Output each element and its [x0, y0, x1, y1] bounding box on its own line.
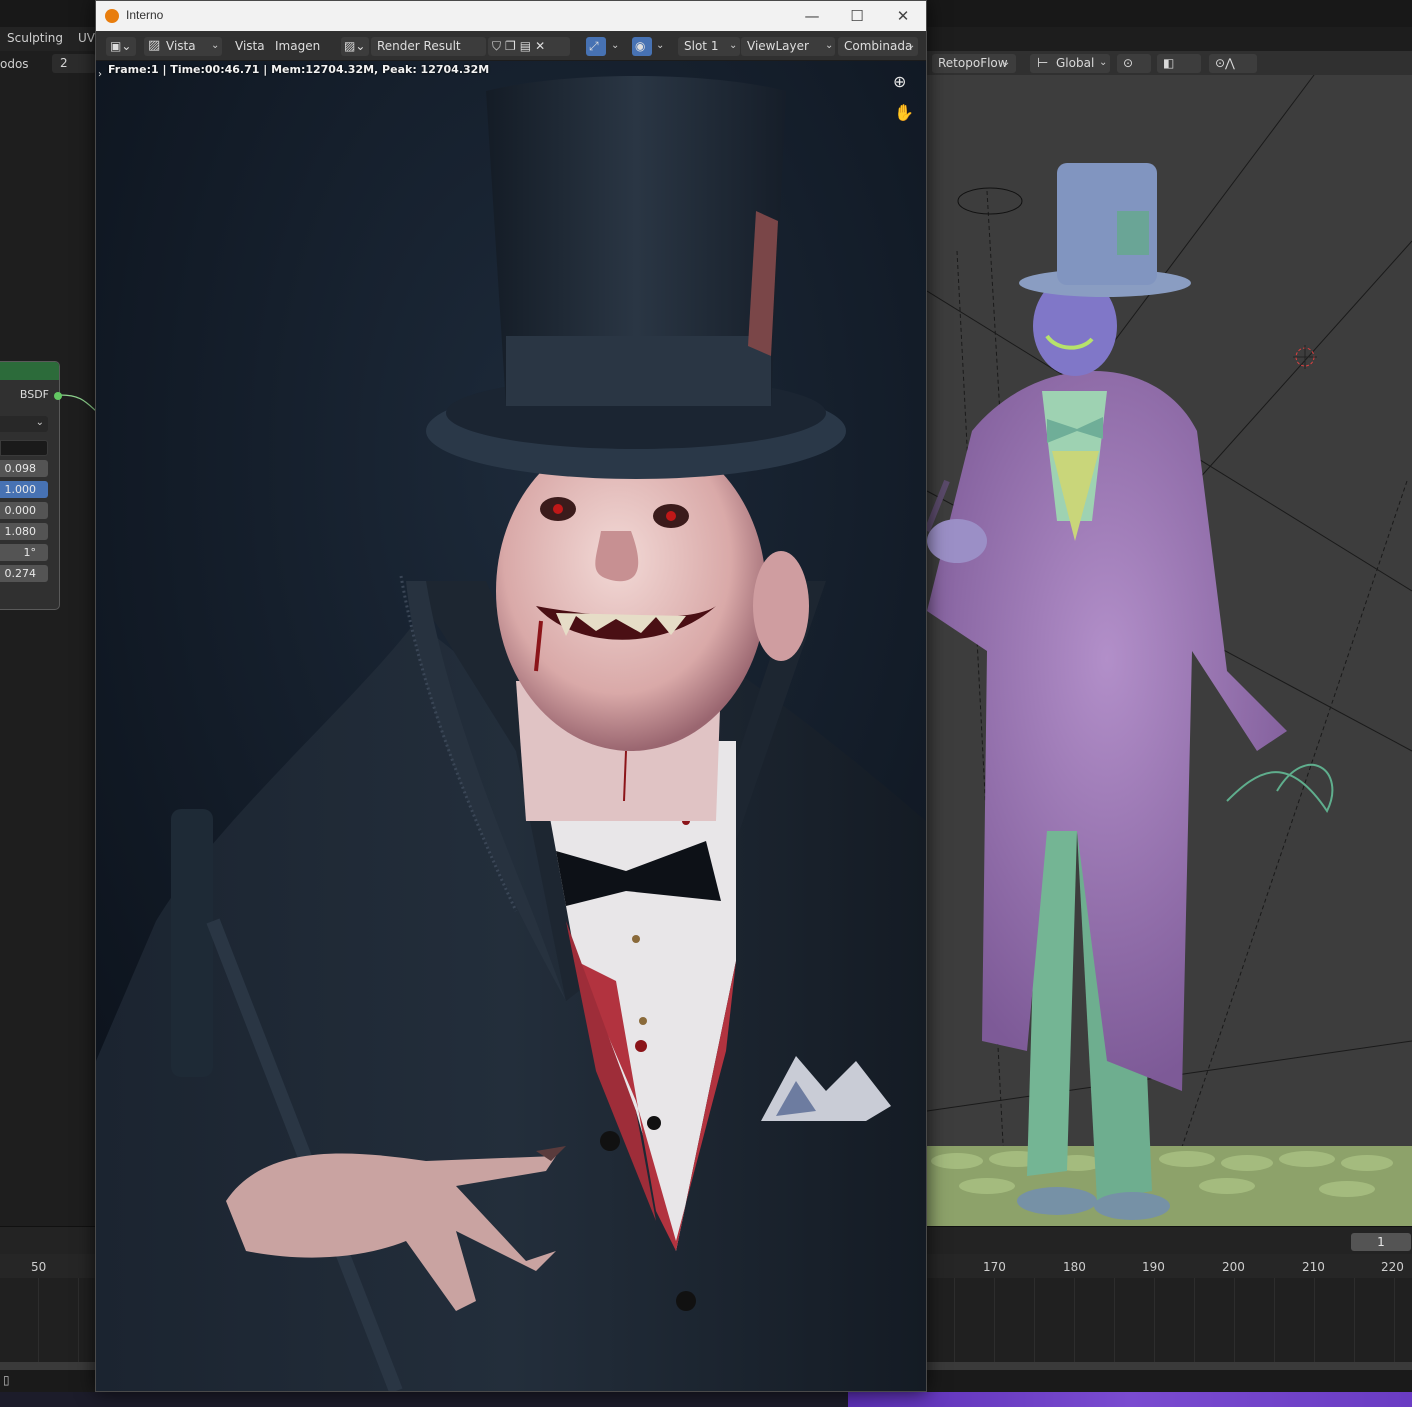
- node-value-field[interactable]: 0.098: [0, 460, 48, 477]
- overlays-button[interactable]: ◉: [632, 37, 652, 56]
- chevron-down-icon: ⌄: [729, 40, 738, 51]
- node-value-field-active[interactable]: 1.000: [0, 481, 48, 498]
- blender-logo-icon: [105, 9, 119, 23]
- node-value-field[interactable]: 1.080: [0, 523, 48, 540]
- window-title-bar[interactable]: Interno — ☐ ✕: [96, 1, 926, 31]
- tick-label: 210: [1302, 1260, 1325, 1274]
- tick-label: 50: [31, 1260, 47, 1274]
- node-dropdown[interactable]: ⌄: [0, 416, 48, 432]
- image-menu[interactable]: Imagen: [275, 37, 320, 56]
- snap-button[interactable]: ◧: [1157, 54, 1201, 73]
- chevron-down-icon: ⌄: [907, 40, 916, 51]
- render-result-area[interactable]: Frame:1 | Time:00:46.71 | Mem:12704.32M,…: [96, 61, 926, 1391]
- image-editor-header: ▣⌄ Vista ▨ ⌄ Vista Imagen ▨⌄ Render Resu…: [96, 31, 926, 61]
- node-value-field[interactable]: 0.274: [0, 565, 48, 582]
- window-title: Interno: [126, 8, 164, 22]
- tick-label: 200: [1222, 1260, 1245, 1274]
- bsdf-output-label: BSDF: [19, 388, 49, 401]
- close-button[interactable]: ✕: [891, 5, 915, 27]
- tick-label: 170: [983, 1260, 1006, 1274]
- chevron-down-icon: ⌄: [211, 40, 220, 51]
- node-color-field[interactable]: [0, 440, 48, 456]
- chevron-down-icon: ⌄: [825, 40, 834, 51]
- taskbar-gradient: [848, 1392, 1412, 1407]
- render-frame-info: Frame:1 | Time:00:46.71 | Mem:12704.32M,…: [108, 63, 490, 76]
- render-image: [96, 61, 926, 1391]
- render-window[interactable]: Interno — ☐ ✕ ▣⌄ Vista ▨ ⌄ Vista Imagen …: [95, 0, 927, 1392]
- viewlayer-dropdown[interactable]: ViewLayer: [741, 37, 835, 56]
- bsdf-node[interactable]: BSDF ⌄ 0.098 1.000 0.000 1.080 1° 0.274: [0, 361, 62, 610]
- image-icon: ▨: [148, 38, 161, 53]
- tick-label: 180: [1063, 1260, 1086, 1274]
- image-actions[interactable]: ⛉❐▤✕: [488, 37, 570, 56]
- chevron-down-icon: ⌄: [611, 40, 620, 51]
- shader-editor[interactable]: odos 2: [0, 51, 97, 1226]
- chevron-down-icon: ⌄: [656, 40, 665, 51]
- mouse-icon: ▯: [3, 1373, 10, 1387]
- view-menu[interactable]: Vista: [235, 37, 265, 56]
- minimize-button[interactable]: —: [800, 5, 824, 27]
- zoom-icon[interactable]: ⊕: [893, 72, 906, 91]
- chevron-down-icon: ⌄: [1099, 57, 1108, 68]
- maximize-button[interactable]: ☐: [845, 5, 869, 27]
- output-socket[interactable]: [54, 392, 62, 400]
- render-pass-dropdown[interactable]: Combinada: [838, 37, 918, 56]
- node-value-field[interactable]: 0.000: [0, 502, 48, 519]
- header-number-field[interactable]: 2: [52, 54, 96, 73]
- tick-label: 220: [1381, 1260, 1404, 1274]
- viewport-scene: [927, 51, 1412, 1226]
- proportional-edit-button[interactable]: ⊙⋀: [1209, 54, 1257, 73]
- tab-uv[interactable]: UV: [78, 31, 95, 45]
- current-frame-field[interactable]: 1: [1351, 1233, 1411, 1251]
- editor-type-button[interactable]: ▣⌄: [106, 37, 136, 56]
- tick-label: 190: [1142, 1260, 1165, 1274]
- sample-tool-button[interactable]: ⤢: [586, 37, 606, 56]
- node-link: [60, 394, 97, 412]
- sidebar-toggle-icon[interactable]: ›: [98, 69, 102, 80]
- chevron-down-icon: ⌄: [35, 417, 44, 428]
- header-label: odos: [0, 57, 29, 71]
- pivot-button[interactable]: ⊙: [1117, 54, 1151, 73]
- tab-sculpting[interactable]: Sculpting: [7, 31, 63, 45]
- chevron-down-icon: ⌄: [1002, 57, 1011, 68]
- workspace-tabs: Sculpting UV: [0, 27, 96, 51]
- viewport-header: RetopoFlow ⌄ Global ⊢ ⌄ ⊙ ◧ ⊙⋀: [927, 51, 1412, 75]
- image-name-field[interactable]: Render Result: [371, 37, 486, 56]
- node-value-field[interactable]: 1°: [0, 544, 48, 561]
- 3d-viewport[interactable]: [927, 51, 1412, 1226]
- orientation-icon: ⊢: [1037, 56, 1049, 71]
- node-header[interactable]: [0, 362, 59, 380]
- hand-pan-icon[interactable]: ✋: [894, 103, 914, 122]
- browse-image-button[interactable]: ▨⌄: [341, 37, 369, 56]
